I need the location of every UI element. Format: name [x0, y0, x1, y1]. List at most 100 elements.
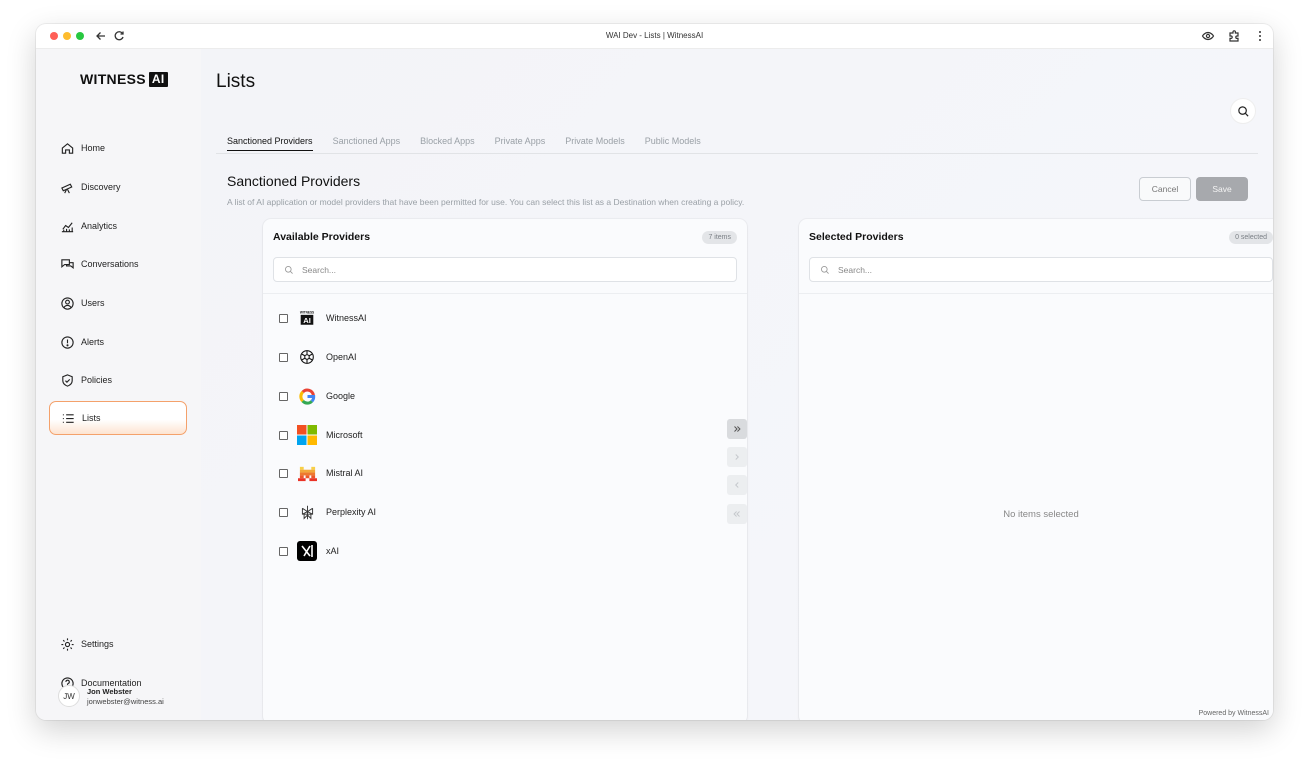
- provider-name: OpenAI: [326, 352, 357, 362]
- sidebar-item-home[interactable]: Home: [49, 131, 187, 165]
- microsoft-logo-icon: [297, 425, 317, 445]
- move-all-right-button[interactable]: [727, 419, 747, 439]
- tabs-divider: [216, 153, 1258, 154]
- list-item[interactable]: WITNESS AI WitnessAI: [279, 306, 367, 330]
- tab-sanctioned-providers[interactable]: Sanctioned Providers: [227, 136, 313, 151]
- tab-sanctioned-apps[interactable]: Sanctioned Apps: [333, 136, 401, 151]
- available-providers-title: Available Providers: [273, 231, 371, 243]
- sidebar-item-users[interactable]: Users: [49, 286, 187, 320]
- panel-divider: [799, 293, 1273, 294]
- sidebar-item-label: Conversations: [81, 259, 139, 269]
- logo-box: AI: [148, 71, 168, 87]
- sidebar-item-label: Users: [81, 298, 105, 308]
- tab-private-models[interactable]: Private Models: [565, 136, 625, 151]
- powered-by-text: Powered by WitnessAI: [1198, 710, 1269, 717]
- chart-icon: [61, 221, 74, 232]
- window-title: WAI Dev - Lists | WitnessAI: [605, 31, 704, 40]
- selected-search-input[interactable]: [838, 264, 1238, 275]
- sidebar-item-analytics[interactable]: Analytics: [49, 209, 187, 243]
- user-email: jonwebster@witness.ai: [87, 696, 164, 706]
- search-icon: [821, 265, 829, 274]
- chevron-left-icon: [735, 482, 739, 488]
- sidebar-item-label: Policies: [81, 375, 113, 385]
- chevrons-left-icon: [733, 511, 740, 517]
- list-item[interactable]: xAI: [279, 539, 339, 563]
- sidebar-item-label: Lists: [82, 413, 101, 423]
- sidebar-item-discovery[interactable]: Discovery: [49, 170, 187, 204]
- home-icon: [61, 142, 74, 154]
- tab-bar: Sanctioned Providers Sanctioned Apps Blo…: [227, 136, 701, 151]
- sidebar-item-settings[interactable]: Settings: [49, 627, 187, 661]
- list-item[interactable]: OpenAI: [279, 345, 357, 369]
- tab-public-models[interactable]: Public Models: [645, 136, 701, 151]
- sidebar-item-conversations[interactable]: Conversations: [49, 247, 187, 281]
- selected-providers-title: Selected Providers: [809, 231, 904, 243]
- tab-blocked-apps[interactable]: Blocked Apps: [420, 136, 475, 151]
- sidebar-item-label: Analytics: [81, 221, 118, 231]
- panel-divider: [263, 293, 747, 294]
- move-left-button[interactable]: [727, 475, 747, 495]
- svg-text:WITNESS: WITNESS: [300, 311, 314, 315]
- main-content: Lists Sanctioned Providers Sanctioned Ap…: [201, 49, 1273, 720]
- search-icon: [1237, 105, 1249, 117]
- provider-checkbox[interactable]: [279, 313, 288, 323]
- provider-name: Microsoft: [326, 430, 363, 440]
- provider-checkbox[interactable]: [279, 352, 288, 362]
- provider-name: WitnessAI: [326, 313, 367, 323]
- svg-text:AI: AI: [303, 316, 311, 325]
- move-right-button[interactable]: [727, 447, 747, 467]
- provider-checkbox[interactable]: [279, 430, 288, 440]
- chat-icon: [61, 258, 74, 269]
- selected-providers-panel: Selected Providers 0 selected No items s…: [799, 219, 1273, 720]
- provider-checkbox[interactable]: [279, 507, 288, 517]
- browser-window: WAI Dev - Lists | WitnessAI WITNESS AI H…: [36, 24, 1273, 720]
- list-item[interactable]: Perplexity AI: [279, 500, 376, 524]
- move-all-left-button[interactable]: [727, 504, 747, 524]
- sidebar-item-label: Home: [81, 143, 106, 153]
- available-search-field[interactable]: [273, 257, 737, 282]
- witnessai-logo[interactable]: WITNESS AI: [80, 71, 168, 87]
- list-icon: [62, 413, 74, 423]
- telescope-icon: [61, 182, 73, 193]
- eye-icon[interactable]: [1201, 29, 1215, 43]
- provider-name: Perplexity AI: [326, 507, 377, 517]
- provider-checkbox[interactable]: [279, 546, 288, 556]
- provider-checkbox[interactable]: [279, 468, 288, 478]
- list-item[interactable]: Google: [279, 384, 355, 408]
- global-search-button[interactable]: [1230, 98, 1256, 124]
- search-icon: [285, 265, 293, 274]
- sidebar-item-policies[interactable]: Policies: [49, 363, 187, 397]
- more-menu-icon[interactable]: [1253, 29, 1267, 43]
- save-button[interactable]: Save: [1196, 177, 1248, 201]
- list-item[interactable]: Microsoft: [279, 423, 363, 447]
- user-profile[interactable]: JW Jon Webster jonwebster@witness.ai: [58, 685, 164, 707]
- alert-icon: [61, 335, 74, 349]
- provider-checkbox[interactable]: [279, 391, 288, 401]
- shield-icon: [62, 373, 73, 387]
- sidebar: WITNESS AI Home Discovery Analytics Conv…: [36, 49, 201, 720]
- available-providers-panel: Available Providers 7 items WITNESSAI Wi…: [263, 219, 747, 720]
- avatar: JW: [58, 685, 80, 707]
- available-count-badge: 7 items: [702, 231, 737, 244]
- section-title: Sanctioned Providers: [227, 173, 361, 189]
- selected-search-field[interactable]: [809, 257, 1273, 282]
- list-item[interactable]: Mistral AI: [279, 461, 363, 485]
- chevron-right-icon: [735, 454, 739, 460]
- mistral-logo-icon: [297, 463, 317, 483]
- extensions-icon[interactable]: [1227, 29, 1241, 43]
- sidebar-item-lists[interactable]: Lists: [49, 401, 187, 435]
- available-search-input[interactable]: [302, 264, 702, 275]
- empty-state-text: No items selected: [1003, 509, 1079, 520]
- user-icon: [61, 296, 74, 310]
- google-logo-icon: [297, 386, 317, 406]
- cancel-button[interactable]: Cancel: [1139, 177, 1191, 201]
- sidebar-item-label: Discovery: [81, 182, 121, 192]
- tab-private-apps[interactable]: Private Apps: [495, 136, 546, 151]
- sidebar-item-alerts[interactable]: Alerts: [49, 325, 187, 359]
- section-description: A list of AI application or model provid…: [227, 197, 745, 207]
- provider-name: xAI: [326, 546, 340, 556]
- user-name: Jon Webster: [87, 686, 132, 696]
- sidebar-item-label: Settings: [81, 639, 114, 649]
- logo-text: WITNESS: [80, 71, 146, 87]
- openai-logo-icon: [297, 347, 317, 367]
